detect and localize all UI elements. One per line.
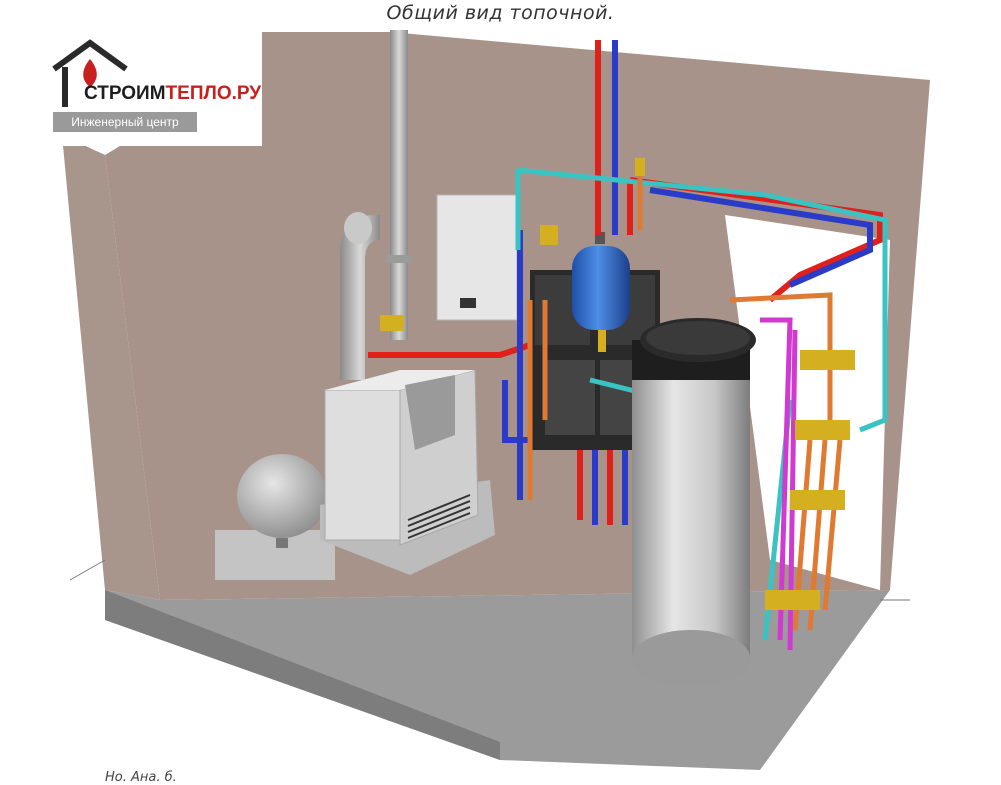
grey-expansion-tank (237, 454, 327, 538)
logo-subtitle: Инженерный центр (53, 112, 197, 132)
blue-expansion-tank (572, 246, 630, 330)
footer-caption: Но. Ана. б. (105, 770, 177, 785)
company-logo: СТРОИМТЕПЛО.РУ Инженерный центр (52, 33, 262, 146)
logo-wordmark: СТРОИМТЕПЛО.РУ (84, 83, 261, 105)
flue-chimney (390, 30, 408, 340)
logo-name-part2: ТЕПЛО.РУ (165, 83, 262, 104)
floor-boiler-body (324, 389, 401, 541)
storage-water-heater (632, 318, 756, 686)
logo-name-part1: СТРОИМ (84, 83, 166, 104)
tank-plinth (215, 530, 335, 580)
wall-boiler-unit (436, 194, 518, 321)
